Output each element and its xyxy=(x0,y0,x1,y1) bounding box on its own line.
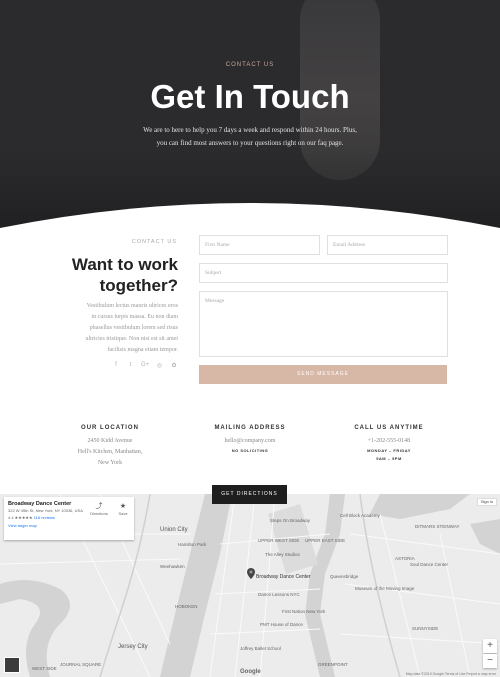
map-label: Hamilton Park xyxy=(178,542,207,547)
directions-icon: ⤴ xyxy=(95,503,103,510)
directions-action[interactable]: ⤴ Directions xyxy=(88,503,110,516)
twitter-icon[interactable]: t xyxy=(127,362,135,369)
no-soliciting-note: NO SOLICITING xyxy=(231,448,269,453)
map-label: The Alley Studios xyxy=(265,552,300,557)
map-signin-button[interactable]: Sign in xyxy=(477,498,497,506)
hero-subtitle-line-1: We are to here to help you 7 days a week… xyxy=(143,126,357,134)
contact-body-line: ultricies tristique. Non nisi est sit am… xyxy=(85,336,179,342)
facebook-icon[interactable]: f xyxy=(112,362,120,369)
mailing-column: MAILING ADDRESS hello@company.com NO SOL… xyxy=(180,425,320,455)
email-link[interactable]: hello@company.com xyxy=(180,436,320,447)
location-column: OUR LOCATION 2450 Kidd Avenue Hell's Kit… xyxy=(40,425,180,469)
call-column: CALL US ANYTIME +1-202-555-0148 MONDAY –… xyxy=(319,425,459,463)
star-icon: ★ xyxy=(119,503,127,510)
view-larger-map-link[interactable]: View larger map xyxy=(8,523,130,528)
save-action[interactable]: ★ Save xyxy=(112,503,134,516)
map-label: First Nation New York xyxy=(282,609,326,614)
dribbble-icon[interactable]: ✿ xyxy=(170,362,178,369)
map-label: GREENPOINT xyxy=(318,662,348,667)
save-label: Save xyxy=(118,511,128,516)
map-label: Soul Dance Center xyxy=(410,562,449,567)
map-label: Dance Lessons NYC xyxy=(258,592,300,597)
location-title: OUR LOCATION xyxy=(81,425,139,431)
map-label: JOURNAL SQUARE xyxy=(60,662,102,667)
map-label: Museum of the Moving Image xyxy=(355,586,415,591)
contact-title: Want to work together? xyxy=(70,254,178,296)
contact-body-line: in cursus turpis massa. Eu non diam xyxy=(91,314,179,320)
hero-curve-divider xyxy=(0,203,500,228)
contact-title-line-1: Want to work xyxy=(71,255,178,274)
hero-subtitle-line-2: you can find most answers to your questi… xyxy=(156,139,344,147)
contact-eyebrow: CONTACT US xyxy=(131,239,177,245)
location-line: New York xyxy=(97,460,123,466)
hero-subtitle: We are to here to help you 7 days a week… xyxy=(135,124,365,150)
map-label: UPPER EAST SIDE xyxy=(305,538,346,543)
phone-link[interactable]: +1-202-555-0148 xyxy=(319,436,459,447)
page-title: Get In Touch xyxy=(150,78,350,115)
map-label: Queensbridge xyxy=(330,574,359,579)
zoom-out-button[interactable]: − xyxy=(483,654,497,668)
location-line: 2450 Kidd Avenue xyxy=(87,438,133,444)
email-field[interactable]: Email Address xyxy=(327,235,448,255)
hero-eyebrow: CONTACT US xyxy=(225,62,275,68)
map-label: UPPER WEST SIDE xyxy=(258,538,300,543)
subject-field[interactable]: Subject xyxy=(199,263,448,283)
instagram-icon[interactable]: ◎ xyxy=(156,362,164,369)
google-logo: Google xyxy=(240,669,261,675)
review-count[interactable]: 116 reviews xyxy=(34,515,55,520)
send-message-button[interactable]: SEND MESSAGE xyxy=(199,365,447,384)
map-label: Joffrey Ballet School xyxy=(240,646,281,651)
rating-stars: 4.4 ★★★★★ xyxy=(8,515,33,520)
first-name-field[interactable]: First Name xyxy=(199,235,320,255)
hero-section: CONTACT US Get In Touch We are to here t… xyxy=(0,0,500,228)
google-plus-icon[interactable]: G+ xyxy=(141,362,149,369)
business-days: MONDAY – FRIDAY xyxy=(367,448,411,453)
contact-body-line: Vestibulum lectus mauris ultrices eros xyxy=(86,303,178,309)
satellite-toggle[interactable] xyxy=(4,657,20,673)
location-line: Hell's Kitchen, Manhattan, xyxy=(77,449,143,455)
map-label: ASTORIA xyxy=(395,556,415,561)
mailing-title: MAILING ADDRESS xyxy=(214,425,286,431)
map-label: Weehawken xyxy=(160,564,185,569)
business-hours: 9AM – 5PM xyxy=(376,456,402,461)
directions-label: Directions xyxy=(90,511,108,516)
call-title: CALL US ANYTIME xyxy=(354,425,424,431)
map-label: WEST SIDE xyxy=(32,666,57,671)
map-footer[interactable]: Map data ©2019 Google Terms of Use Repor… xyxy=(406,672,496,676)
place-address: 322 W 45th St, New York, NY 10036, USA xyxy=(8,508,83,513)
map-label: Cell Block Academy xyxy=(340,513,380,518)
map-label: DITMARS STEINWAY xyxy=(415,524,460,529)
contact-description: Vestibulum lectus mauris ultrices eros i… xyxy=(60,301,179,356)
social-links: f t G+ ◎ ✿ xyxy=(112,362,178,369)
map-label: Steps On Broadway xyxy=(270,518,311,523)
map-label: PMT House of Dance xyxy=(260,622,303,627)
contact-body-line: phasellus vestibulum lorem sed risus xyxy=(89,325,178,331)
contact-title-line-2: together? xyxy=(99,276,178,295)
map-label: HOBOKEN xyxy=(175,604,198,609)
map-label: Union City xyxy=(160,527,188,533)
zoom-in-button[interactable]: + xyxy=(483,639,497,653)
map-label: Jersey City xyxy=(118,644,148,650)
map-pin-label: Broadway Dance Center xyxy=(256,574,311,580)
get-directions-button[interactable]: GET DIRECTIONS xyxy=(212,485,287,504)
contact-body-line: facilisis magna etiam tempor. xyxy=(107,347,178,353)
map-pin-icon[interactable] xyxy=(247,568,255,579)
map-place-card: Broadway Dance Center 322 W 45th St, New… xyxy=(4,497,134,540)
message-field[interactable]: Message xyxy=(199,291,448,357)
embedded-map[interactable]: Union City Weehawken HOBOKEN Jersey City… xyxy=(0,494,500,677)
map-label: SUNNYSIDE xyxy=(412,626,439,631)
